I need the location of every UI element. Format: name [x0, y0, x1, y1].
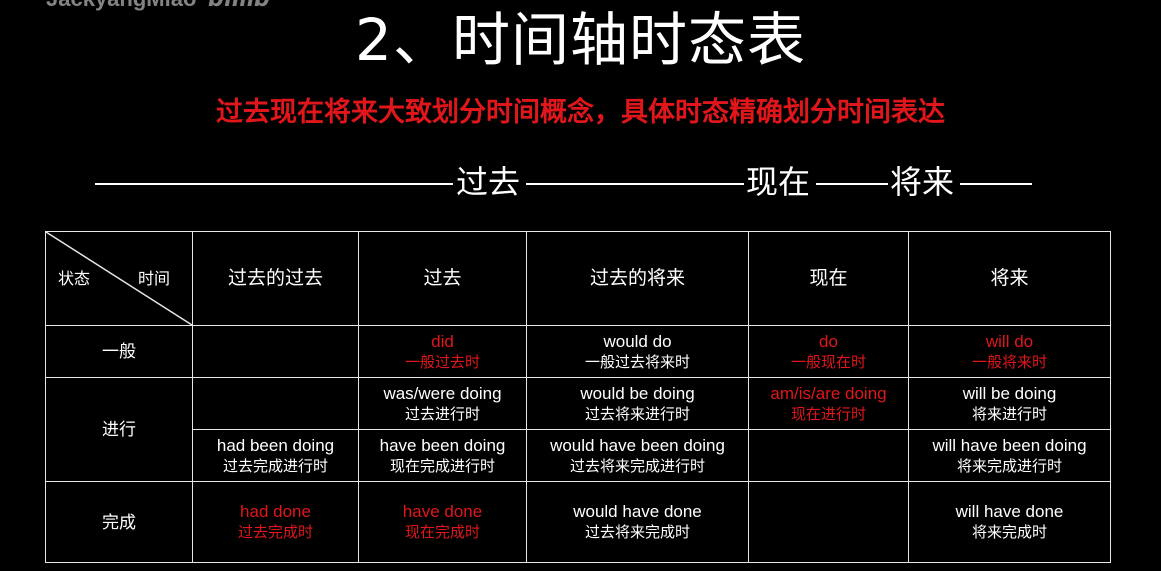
- tense-form: would have done: [573, 502, 702, 521]
- table-row-perfect: 完成 had done 过去完成时 have done 现在完成时 would …: [45, 481, 1111, 563]
- tense-form: had done: [240, 502, 311, 521]
- cell-perfprog-past: have been doing 现在完成进行时: [358, 429, 527, 482]
- tense-form: have been doing: [379, 435, 506, 455]
- cell-perfprog-future: will have been doing 将来完成进行时: [908, 429, 1111, 482]
- tense-name: 将来完成时: [971, 523, 1047, 541]
- column-header-past: 过去: [358, 231, 527, 326]
- tense-form: had been doing: [216, 435, 335, 455]
- cell-simple-present: do 一般现在时: [748, 325, 909, 378]
- column-header-present: 现在: [748, 231, 909, 326]
- cell-perf-future: will have done 将来完成时: [908, 481, 1111, 563]
- timeline-segment: [526, 183, 744, 185]
- corner-header-cell: 状态 时间: [45, 231, 193, 326]
- empty-cell: [192, 325, 359, 378]
- tense-name: 一般过去时: [404, 352, 480, 371]
- cell-perf-past: have done 现在完成时: [358, 481, 527, 563]
- tense-name: 将来进行时: [971, 404, 1047, 423]
- tense-form: am/is/are doing: [770, 383, 887, 403]
- tense-form: will have been doing: [932, 435, 1087, 455]
- table-row-simple: 一般 did 一般过去时 would do 一般过去将来时 do 一般现在时 w…: [45, 325, 1111, 378]
- cell-perfprog-past-future: would have been doing 过去将来完成进行时: [526, 429, 749, 482]
- tense-form: will have done: [955, 502, 1064, 521]
- column-header-future: 将来: [908, 231, 1111, 326]
- cell-prog-past: was/were doing 过去进行时: [358, 377, 527, 430]
- tense-form: do: [819, 331, 838, 351]
- tense-name: 一般将来时: [971, 352, 1047, 371]
- tense-name: 现在进行时: [790, 404, 866, 423]
- timeline-past-label: 过去: [456, 163, 521, 201]
- cell-simple-past-future: would do 一般过去将来时: [526, 325, 749, 378]
- tense-name: 过去完成进行时: [222, 456, 328, 475]
- cell-perfprog-pastpast: had been doing 过去完成进行时: [192, 429, 359, 482]
- cell-simple-future: will do 一般将来时: [908, 325, 1111, 378]
- timeline-segment: [95, 183, 453, 185]
- row-header-perfect: 完成: [45, 481, 193, 563]
- tense-name: 过去进行时: [404, 404, 480, 423]
- column-header-future-in-past: 过去的将来: [526, 231, 749, 326]
- tense-form: would do: [603, 331, 672, 351]
- row-header-progressive: 进行: [45, 377, 193, 482]
- tense-name: 过去将来完成进行时: [569, 456, 705, 475]
- empty-cell: [748, 429, 909, 482]
- cell-simple-past: did 一般过去时: [358, 325, 527, 378]
- tense-table: 状态 时间 过去的过去 过去 过去的将来 现在 将来 一般 did 一般过去时 …: [45, 231, 1111, 563]
- table-row-perfect-progressive: had been doing 过去完成进行时 have been doing 现…: [46, 429, 1111, 482]
- tense-name: 将来完成进行时: [956, 456, 1062, 475]
- empty-cell: [192, 377, 359, 430]
- column-header-past-of-past: 过去的过去: [192, 231, 359, 326]
- tense-name: 过去完成时: [237, 523, 313, 541]
- tense-name: 过去将来进行时: [584, 404, 690, 423]
- empty-cell: [748, 481, 909, 563]
- tense-form: did: [431, 331, 454, 351]
- cell-prog-past-future: would be doing 过去将来进行时: [526, 377, 749, 430]
- tense-form: have done: [402, 502, 483, 521]
- tense-form: would have been doing: [550, 435, 725, 455]
- tense-name: 现在完成时: [404, 523, 480, 541]
- cell-prog-present: am/is/are doing 现在进行时: [748, 377, 909, 430]
- timeline-future-label: 将来: [890, 163, 955, 201]
- cell-prog-future: will be doing 将来进行时: [908, 377, 1111, 430]
- page-subtitle: 过去现在将来大致划分时间概念，具体时态精确划分时间表达: [216, 97, 945, 128]
- tense-name: 一般过去将来时: [584, 352, 690, 371]
- tense-name: 一般现在时: [790, 352, 866, 371]
- tense-form: will do: [985, 331, 1034, 351]
- tense-name: 过去将来完成时: [584, 523, 690, 541]
- cell-perf-past-future: would have done 过去将来完成时: [526, 481, 749, 563]
- tense-form: was/were doing: [383, 383, 502, 403]
- tense-form: will be doing: [962, 383, 1057, 403]
- tense-form: would be doing: [580, 383, 695, 403]
- timeline-segment: [816, 183, 888, 185]
- timeline-segment: [960, 183, 1032, 185]
- corner-state-label: 状态: [58, 269, 91, 288]
- tense-name: 现在完成进行时: [389, 456, 495, 475]
- table-header-row: 状态 时间 过去的过去 过去 过去的将来 现在 将来: [45, 231, 1111, 326]
- cell-perf-pastpast: had done 过去完成时: [192, 481, 359, 563]
- timeline: 过去 现在 将来: [0, 158, 1161, 206]
- timeline-present-label: 现在: [746, 163, 811, 201]
- table-row-progressive: 进行 was/were doing 过去进行时 would be doing 过…: [45, 377, 1111, 482]
- row-header-simple: 一般: [45, 325, 193, 378]
- corner-time-label: 时间: [138, 269, 171, 288]
- page-title: 2、时间轴时态表: [355, 6, 806, 74]
